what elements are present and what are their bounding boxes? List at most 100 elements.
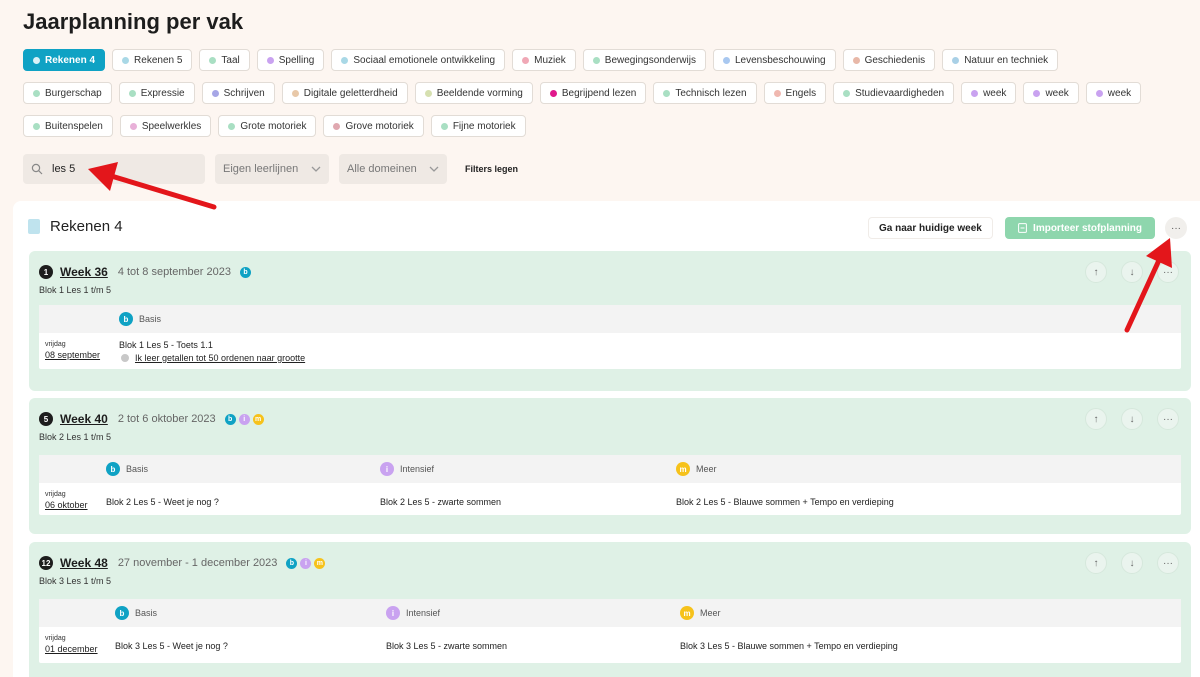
chip-bewegingsonderwijs[interactable]: Bewegingsonderwijs bbox=[582, 49, 706, 71]
arrow-down-icon[interactable]: ↓ bbox=[1121, 552, 1143, 574]
search-input[interactable] bbox=[52, 163, 172, 175]
intensief-badge: i bbox=[300, 557, 312, 569]
chip-dot bbox=[211, 89, 219, 97]
day-date-link[interactable]: 01 december bbox=[45, 644, 98, 654]
chip-dot bbox=[128, 89, 136, 97]
chip-sociaal-emotionele-ontwikkeling[interactable]: Sociaal emotionele ontwikkeling bbox=[331, 49, 506, 71]
arrow-up-icon[interactable]: ↑ bbox=[1085, 261, 1107, 283]
search-box[interactable] bbox=[23, 154, 205, 184]
chip-row: Buitenspelen Speelwerkles Grote motoriek… bbox=[23, 115, 1183, 137]
chip-digitale-geletterdheid[interactable]: Digitale geletterdheid bbox=[281, 82, 408, 104]
chip-label: week bbox=[983, 87, 1007, 99]
lesson-cell[interactable]: Blok 2 Les 5 - Weet je nog ? bbox=[106, 497, 219, 507]
chip-dot bbox=[228, 122, 236, 130]
chip-expressie[interactable]: Expressie bbox=[118, 82, 195, 104]
chip-grote-motoriek[interactable]: Grote motoriek bbox=[218, 115, 317, 137]
learning-goal-link[interactable]: Ik leer getallen tot 50 ordenen naar gro… bbox=[121, 353, 305, 363]
week-dates: 4 tot 8 september 2023 bbox=[117, 266, 231, 278]
lesson-cell[interactable]: Blok 3 Les 5 - Weet je nog ? bbox=[115, 641, 228, 651]
chip-studievaardigheden[interactable]: Studievaardigheden bbox=[833, 82, 955, 104]
chip-dot bbox=[33, 56, 40, 64]
leerlijnen-dropdown[interactable]: Eigen leerlijnen bbox=[215, 154, 329, 184]
chip-dot bbox=[333, 122, 341, 130]
chip-muziek[interactable]: Muziek bbox=[512, 49, 576, 71]
chip-rekenen-5[interactable]: Rekenen 5 bbox=[112, 49, 193, 71]
basis-badge: b bbox=[115, 606, 129, 620]
chip-grove-motoriek[interactable]: Grove motoriek bbox=[323, 115, 424, 137]
lesson-cell[interactable]: Blok 2 Les 5 - Blauwe sommen + Tempo en … bbox=[676, 497, 894, 507]
lesson-table-header: b Basis i Intensief m Meer bbox=[39, 599, 1181, 627]
week-card: 5 Week 40 2 tot 6 oktober 2023 b i m Blo… bbox=[29, 398, 1191, 534]
chip-beeldende-vorming[interactable]: Beeldende vorming bbox=[414, 82, 533, 104]
chip-buitenspelen[interactable]: Buitenspelen bbox=[23, 115, 113, 137]
import-button[interactable]: Importeer stofplanning bbox=[1005, 217, 1155, 239]
chip-rekenen-4[interactable]: Rekenen 4 bbox=[23, 49, 106, 71]
chip-levensbeschouwing[interactable]: Levensbeschouwing bbox=[712, 49, 836, 71]
day-name: vrijdag bbox=[45, 491, 66, 498]
domeinen-dropdown[interactable]: Alle domeinen bbox=[339, 154, 447, 184]
level-badges: b i m bbox=[224, 413, 264, 425]
arrow-down-icon[interactable]: ↓ bbox=[1121, 408, 1143, 430]
chevron-down-icon bbox=[429, 166, 439, 172]
current-week-button[interactable]: Ga naar huidige week bbox=[868, 217, 993, 239]
chevron-down-icon bbox=[311, 166, 321, 172]
chip-engels[interactable]: Engels bbox=[763, 82, 827, 104]
arrow-up-icon[interactable]: ↑ bbox=[1085, 552, 1107, 574]
week-number: 1 bbox=[39, 265, 53, 279]
chip-schrijven[interactable]: Schrijven bbox=[201, 82, 275, 104]
chip-burgerschap[interactable]: Burgerschap bbox=[23, 82, 112, 104]
week-dates: 27 november - 1 december 2023 bbox=[117, 557, 278, 569]
chip-natuur-en-techniek[interactable]: Natuur en techniek bbox=[942, 49, 1059, 71]
chip-speelwerkles[interactable]: Speelwerkles bbox=[119, 115, 212, 137]
week-link[interactable]: Week 36 bbox=[60, 265, 108, 279]
level-badges: b bbox=[239, 266, 251, 278]
intensief-badge: i bbox=[238, 413, 250, 425]
chip-label: Expressie bbox=[140, 87, 185, 99]
day-date-link[interactable]: 08 september bbox=[45, 350, 100, 360]
chip-dot bbox=[129, 122, 137, 130]
lesson-row: vrijdag 06 oktober Blok 2 Les 5 - Weet j… bbox=[39, 483, 1181, 519]
chip-label: Grove motoriek bbox=[345, 120, 414, 132]
chip-week[interactable]: week bbox=[1085, 82, 1142, 104]
lesson-cell[interactable]: Blok 3 Les 5 - Blauwe sommen + Tempo en … bbox=[680, 641, 898, 651]
chip-begrijpend-lezen[interactable]: Begrijpend lezen bbox=[539, 82, 647, 104]
arrow-up-icon[interactable]: ↑ bbox=[1085, 408, 1107, 430]
lesson-cell[interactable]: Blok 2 Les 5 - zwarte sommen bbox=[380, 497, 501, 507]
chip-technisch-lezen[interactable]: Technisch lezen bbox=[653, 82, 757, 104]
more-icon[interactable]: ··· bbox=[1165, 217, 1187, 239]
day-date-link[interactable]: 06 oktober bbox=[45, 500, 88, 510]
chip-week[interactable]: week bbox=[961, 82, 1017, 104]
goal-status-icon bbox=[121, 354, 129, 362]
chip-label: Studievaardigheden bbox=[855, 87, 945, 99]
more-icon[interactable]: ··· bbox=[1157, 552, 1179, 574]
chip-dot bbox=[852, 56, 860, 64]
more-icon[interactable]: ··· bbox=[1157, 408, 1179, 430]
week-link[interactable]: Week 48 bbox=[60, 556, 108, 570]
chip-label: Engels bbox=[785, 87, 817, 99]
chip-label: Taal bbox=[221, 54, 240, 66]
chip-row: Burgerschap Expressie Schrijven Digitale… bbox=[23, 82, 1183, 104]
chip-label: Sociaal emotionele ontwikkeling bbox=[353, 54, 496, 66]
chip-label: Spelling bbox=[278, 54, 315, 66]
lesson-cell[interactable]: Blok 1 Les 5 - Toets 1.1 bbox=[119, 340, 213, 350]
lesson-row: vrijdag 01 december Blok 3 Les 5 - Weet … bbox=[39, 627, 1181, 663]
more-icon[interactable]: ··· bbox=[1157, 261, 1179, 283]
lesson-cell[interactable]: Blok 3 Les 5 - zwarte sommen bbox=[386, 641, 507, 651]
chip-week[interactable]: week bbox=[1023, 82, 1079, 104]
chip-fijne-motoriek[interactable]: Fijne motoriek bbox=[430, 115, 526, 137]
chip-row: Rekenen 4 Rekenen 5 Taal Spelling Sociaa… bbox=[23, 49, 1183, 71]
column-basis: b Basis bbox=[115, 606, 157, 620]
clear-filters-button[interactable]: Filters legen bbox=[457, 164, 526, 174]
week-number: 12 bbox=[39, 556, 53, 570]
arrow-down-icon[interactable]: ↓ bbox=[1121, 261, 1143, 283]
chip-geschiedenis[interactable]: Geschiedenis bbox=[842, 49, 936, 71]
chip-spelling[interactable]: Spelling bbox=[256, 49, 325, 71]
column-label: Intensief bbox=[406, 608, 441, 618]
basis-badge: b bbox=[286, 557, 298, 569]
chip-dot bbox=[33, 89, 40, 97]
week-link[interactable]: Week 40 bbox=[60, 412, 108, 426]
chip-label: Muziek bbox=[534, 54, 566, 66]
card-actions: ↑ ↓ ··· bbox=[1085, 408, 1179, 430]
chip-label: Levensbeschouwing bbox=[734, 54, 826, 66]
chip-taal[interactable]: Taal bbox=[199, 49, 250, 71]
